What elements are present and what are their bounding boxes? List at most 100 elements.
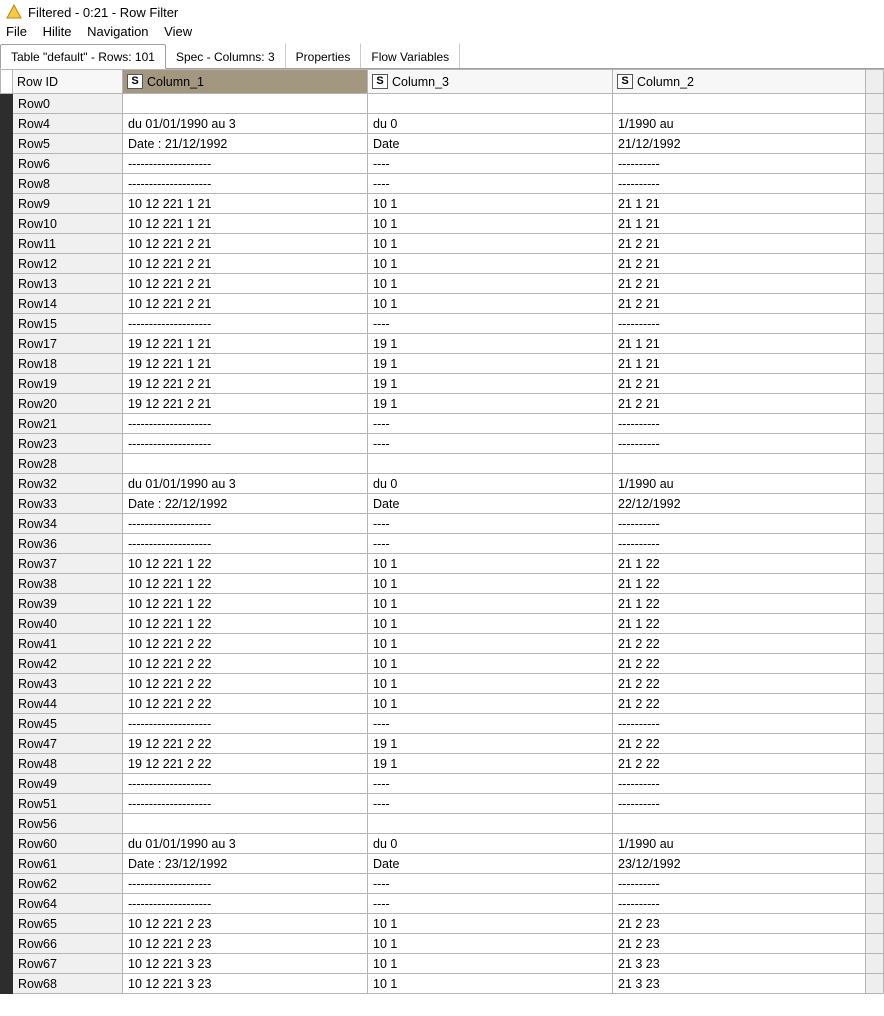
scrollbar-track[interactable] bbox=[866, 874, 884, 894]
table-row[interactable]: Row1010 12 221 1 2110 121 1 21 bbox=[1, 214, 884, 234]
table-row[interactable]: Row3810 12 221 1 2210 121 1 22 bbox=[1, 574, 884, 594]
table-row[interactable]: Row2019 12 221 2 2119 121 2 21 bbox=[1, 394, 884, 414]
scrollbar-track[interactable] bbox=[866, 354, 884, 374]
scrollbar-track[interactable] bbox=[866, 574, 884, 594]
header-column-2[interactable]: S Column_2 bbox=[613, 70, 866, 94]
scrollbar-track[interactable] bbox=[866, 854, 884, 874]
table-row[interactable]: Row4819 12 221 2 2219 121 2 22 bbox=[1, 754, 884, 774]
tab-table[interactable]: Table "default" - Rows: 101 bbox=[0, 44, 166, 69]
scrollbar-track[interactable] bbox=[866, 274, 884, 294]
table-row[interactable]: Row32du 01/01/1990 au 3du 01/1990 au bbox=[1, 474, 884, 494]
scrollbar-track[interactable] bbox=[866, 514, 884, 534]
scrollbar-track[interactable] bbox=[866, 694, 884, 714]
tab-spec[interactable]: Spec - Columns: 3 bbox=[166, 43, 286, 68]
menu-navigation[interactable]: Navigation bbox=[87, 24, 148, 39]
table-row[interactable]: Row60du 01/01/1990 au 3du 01/1990 au bbox=[1, 834, 884, 854]
table-row[interactable]: Row4310 12 221 2 2210 121 2 22 bbox=[1, 674, 884, 694]
scrollbar-track[interactable] bbox=[866, 394, 884, 414]
scrollbar-track[interactable] bbox=[866, 774, 884, 794]
table-row[interactable]: Row33Date : 22/12/1992Date22/12/1992 bbox=[1, 494, 884, 514]
scrollbar-track[interactable] bbox=[866, 654, 884, 674]
tab-properties[interactable]: Properties bbox=[286, 43, 362, 68]
table-row[interactable]: Row21---------------------------------- bbox=[1, 414, 884, 434]
table-row[interactable]: Row51---------------------------------- bbox=[1, 794, 884, 814]
header-rowid[interactable]: Row ID bbox=[13, 70, 123, 94]
table-row[interactable]: Row4410 12 221 2 2210 121 2 22 bbox=[1, 694, 884, 714]
scrollbar-track[interactable] bbox=[866, 70, 884, 94]
table-row[interactable]: Row6510 12 221 2 2310 121 2 23 bbox=[1, 914, 884, 934]
scrollbar-track[interactable] bbox=[866, 254, 884, 274]
table-row[interactable]: Row0 bbox=[1, 94, 884, 114]
menu-file[interactable]: File bbox=[6, 24, 27, 39]
table-row[interactable]: Row1819 12 221 1 2119 121 1 21 bbox=[1, 354, 884, 374]
scrollbar-track[interactable] bbox=[866, 474, 884, 494]
header-column-1[interactable]: S Column_1 bbox=[123, 70, 368, 94]
table-row[interactable]: Row1210 12 221 2 2110 121 2 21 bbox=[1, 254, 884, 274]
table-row[interactable]: Row28 bbox=[1, 454, 884, 474]
table-row[interactable]: Row1310 12 221 2 2110 121 2 21 bbox=[1, 274, 884, 294]
table-row[interactable]: Row34---------------------------------- bbox=[1, 514, 884, 534]
scrollbar-track[interactable] bbox=[866, 294, 884, 314]
scrollbar-track[interactable] bbox=[866, 114, 884, 134]
scrollbar-track[interactable] bbox=[866, 814, 884, 834]
table-row[interactable]: Row56 bbox=[1, 814, 884, 834]
table-row[interactable]: Row1410 12 221 2 2110 121 2 21 bbox=[1, 294, 884, 314]
scrollbar-track[interactable] bbox=[866, 894, 884, 914]
menu-hilite[interactable]: Hilite bbox=[43, 24, 72, 39]
scrollbar-track[interactable] bbox=[866, 594, 884, 614]
table-row[interactable]: Row3910 12 221 1 2210 121 1 22 bbox=[1, 594, 884, 614]
table-row[interactable]: Row4110 12 221 2 2210 121 2 22 bbox=[1, 634, 884, 654]
scrollbar-track[interactable] bbox=[866, 674, 884, 694]
scrollbar-track[interactable] bbox=[866, 554, 884, 574]
scrollbar-track[interactable] bbox=[866, 414, 884, 434]
scrollbar-track[interactable] bbox=[866, 834, 884, 854]
table-row[interactable]: Row4du 01/01/1990 au 3du 01/1990 au bbox=[1, 114, 884, 134]
table-row[interactable]: Row5Date : 21/12/1992Date21/12/1992 bbox=[1, 134, 884, 154]
table-row[interactable]: Row6610 12 221 2 2310 121 2 23 bbox=[1, 934, 884, 954]
scrollbar-track[interactable] bbox=[866, 314, 884, 334]
scrollbar-track[interactable] bbox=[866, 614, 884, 634]
scrollbar-track[interactable] bbox=[866, 734, 884, 754]
table-row[interactable]: Row4010 12 221 1 2210 121 1 22 bbox=[1, 614, 884, 634]
table-row[interactable]: Row49---------------------------------- bbox=[1, 774, 884, 794]
table-row[interactable]: Row910 12 221 1 2110 121 1 21 bbox=[1, 194, 884, 214]
table-row[interactable]: Row3710 12 221 1 2210 121 1 22 bbox=[1, 554, 884, 574]
scrollbar-track[interactable] bbox=[866, 954, 884, 974]
header-column-3[interactable]: S Column_3 bbox=[368, 70, 613, 94]
scrollbar-track[interactable] bbox=[866, 174, 884, 194]
scrollbar-track[interactable] bbox=[866, 234, 884, 254]
table-row[interactable]: Row36---------------------------------- bbox=[1, 534, 884, 554]
scrollbar-track[interactable] bbox=[866, 194, 884, 214]
scrollbar-track[interactable] bbox=[866, 914, 884, 934]
table-row[interactable]: Row45---------------------------------- bbox=[1, 714, 884, 734]
table-row[interactable]: Row23---------------------------------- bbox=[1, 434, 884, 454]
table-row[interactable]: Row6---------------------------------- bbox=[1, 154, 884, 174]
table-row[interactable]: Row62---------------------------------- bbox=[1, 874, 884, 894]
table-row[interactable]: Row4719 12 221 2 2219 121 2 22 bbox=[1, 734, 884, 754]
table-row[interactable]: Row61Date : 23/12/1992Date23/12/1992 bbox=[1, 854, 884, 874]
scrollbar-track[interactable] bbox=[866, 634, 884, 654]
scrollbar-track[interactable] bbox=[866, 534, 884, 554]
tab-flow-variables[interactable]: Flow Variables bbox=[361, 43, 460, 68]
table-row[interactable]: Row15---------------------------------- bbox=[1, 314, 884, 334]
scrollbar-track[interactable] bbox=[866, 714, 884, 734]
table-row[interactable]: Row6710 12 221 3 2310 121 3 23 bbox=[1, 954, 884, 974]
scrollbar-track[interactable] bbox=[866, 974, 884, 994]
table-row[interactable]: Row1110 12 221 2 2110 121 2 21 bbox=[1, 234, 884, 254]
scrollbar-track[interactable] bbox=[866, 754, 884, 774]
scrollbar-track[interactable] bbox=[866, 154, 884, 174]
scrollbar-track[interactable] bbox=[866, 214, 884, 234]
table-row[interactable]: Row1919 12 221 2 2119 121 2 21 bbox=[1, 374, 884, 394]
scrollbar-track[interactable] bbox=[866, 794, 884, 814]
scrollbar-track[interactable] bbox=[866, 334, 884, 354]
menu-view[interactable]: View bbox=[164, 24, 192, 39]
scrollbar-track[interactable] bbox=[866, 374, 884, 394]
table-row[interactable]: Row1719 12 221 1 2119 121 1 21 bbox=[1, 334, 884, 354]
table-row[interactable]: Row64---------------------------------- bbox=[1, 894, 884, 914]
table-row[interactable]: Row6810 12 221 3 2310 121 3 23 bbox=[1, 974, 884, 994]
table-row[interactable]: Row4210 12 221 2 2210 121 2 22 bbox=[1, 654, 884, 674]
scrollbar-track[interactable] bbox=[866, 454, 884, 474]
scrollbar-track[interactable] bbox=[866, 94, 884, 114]
scrollbar-track[interactable] bbox=[866, 434, 884, 454]
scrollbar-track[interactable] bbox=[866, 934, 884, 954]
